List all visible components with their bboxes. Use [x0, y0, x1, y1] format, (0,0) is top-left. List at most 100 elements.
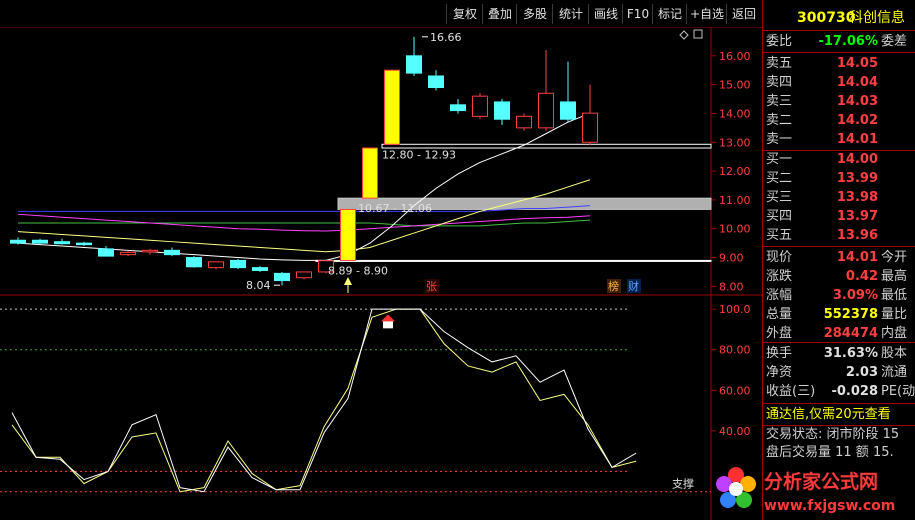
candle-body [450, 104, 466, 112]
ask-row: 卖五 14.05 [763, 54, 915, 74]
price-tick-label: 12.00 [719, 165, 751, 178]
candle-body [252, 267, 268, 272]
toolbar-button-0[interactable]: 复权 [446, 4, 483, 24]
price-tick-label: 13.00 [719, 136, 751, 149]
stock-header: 300730 科创信息 [763, 8, 915, 30]
toolbar-button-7[interactable]: +自选 [686, 4, 727, 24]
weicha-label: 委差 [881, 34, 908, 49]
candle-body [538, 92, 554, 129]
chart-toolbar: 复权 叠加 多股 统计 画线 F10 标记 +自选 返回 [0, 0, 762, 27]
price-tick-label: 14.00 [719, 107, 751, 120]
quote-row: 总量 552378 量比 [763, 305, 915, 325]
quote-value: 3.09% [832, 288, 878, 303]
ask-label: 卖一 [766, 132, 793, 147]
quote-extra: 最低 [881, 288, 908, 303]
osc-tick-label: 60.00 [719, 384, 751, 397]
price-tick-label: 16.00 [719, 50, 751, 63]
ask-value: 14.03 [836, 94, 878, 109]
candle-body [582, 112, 598, 143]
stock-name: 科创信息 [849, 10, 905, 26]
bid-label: 买二 [766, 171, 793, 186]
price-tick-label: 9.00 [719, 252, 744, 265]
stat-row: 净资 2.03 流通 [763, 363, 915, 383]
toolbar-button-6[interactable]: 标记 [652, 4, 687, 24]
bid-value: 13.97 [836, 209, 878, 224]
breakout-arrow-icon [344, 277, 352, 285]
candle-body [142, 249, 158, 253]
toolbar-button-1[interactable]: 叠加 [482, 4, 517, 24]
gap-zone [315, 259, 712, 262]
promo-message[interactable]: 通达信,仅需20元查看 [763, 405, 915, 425]
weibi-value: -17.06% [818, 34, 878, 49]
stat-extra: 流通 [881, 365, 908, 380]
bid-label: 买一 [766, 152, 793, 167]
price-tick-label: 11.00 [719, 194, 751, 207]
quote-extra: 今开 [881, 250, 908, 265]
ask-label: 卖四 [766, 75, 793, 90]
quote-label: 涨幅 [766, 288, 793, 303]
diamond-icon [679, 30, 689, 40]
bid-value: 13.98 [836, 190, 878, 205]
ask-value: 14.01 [836, 132, 878, 147]
watermark-brand: 分析家公式网 [764, 470, 878, 493]
quote-row: 涨跌 0.42 最高 [763, 267, 915, 287]
candle-body [274, 272, 290, 282]
bid-row: 买四 13.97 [763, 207, 915, 227]
bid-label: 买四 [766, 209, 793, 224]
chart-area[interactable]: 16.00 15.00 14.00 13.00 12.00 11.00 10.00 9.00 8… [0, 27, 762, 520]
osc-line-white [11, 308, 637, 493]
bid-value: 13.99 [836, 171, 878, 186]
ask-row: 卖一 14.01 [763, 130, 915, 150]
candle-body [32, 239, 48, 244]
quote-panel: 300730 科创信息 委比 -17.06% 委差 卖五 14.05 卖四 14.04… [762, 0, 915, 520]
stat-label: 净资 [766, 365, 793, 380]
toolbar-button-5[interactable]: F10 [622, 4, 653, 24]
annotation-low: 8.04 [246, 279, 271, 292]
ma-line-green [18, 219, 591, 227]
quote-value: 0.42 [845, 269, 878, 284]
candle-body [296, 271, 312, 279]
quote-row: 外盘 284474 内盘 [763, 324, 915, 344]
bid-value: 13.96 [836, 228, 878, 243]
bid-row: 买五 13.96 [763, 226, 915, 246]
quote-label: 涨跌 [766, 269, 793, 284]
quote-row: 现价 14.01 今开 [763, 248, 915, 268]
stat-row: 换手 31.63% 股本 [763, 344, 915, 364]
flower-icon [716, 467, 756, 508]
toolbar-button-8[interactable]: 返回 [726, 4, 761, 24]
candle-body [516, 115, 532, 129]
house-icon [381, 314, 395, 322]
ask-label: 卖五 [766, 56, 793, 71]
toolbar-button-2[interactable]: 多股 [516, 4, 553, 24]
candle-body [340, 208, 356, 261]
watermark-url: www.fxjgsw.com [764, 498, 895, 514]
bid-row: 买一 14.00 [763, 150, 915, 170]
candle-body [120, 251, 136, 256]
ask-value: 14.02 [836, 113, 878, 128]
osc-support-label: 支撑 [672, 477, 694, 491]
quote-label: 总量 [766, 307, 793, 322]
stat-label: 换手 [766, 346, 793, 361]
osc-line-yellow [11, 308, 637, 493]
house-icon-base [383, 321, 393, 329]
stat-value: 31.63% [823, 346, 878, 361]
quote-value: 284474 [823, 326, 878, 341]
bid-label: 买五 [766, 228, 793, 243]
bid-label: 买三 [766, 190, 793, 205]
quote-extra: 内盘 [881, 326, 908, 341]
stat-row: 收益(三) -0.028 PE(动 [763, 382, 915, 402]
candle-body [164, 249, 180, 256]
weibi-label: 委比 [766, 34, 793, 49]
candle-body [208, 261, 224, 269]
candle-body [76, 242, 92, 246]
bid-row: 买二 13.99 [763, 169, 915, 189]
toolbar-button-3[interactable]: 统计 [552, 4, 589, 24]
candle-body [428, 75, 444, 89]
ask-value: 14.04 [836, 75, 878, 90]
ask-row: 卖四 14.04 [763, 73, 915, 93]
toolbar-button-4[interactable]: 画线 [588, 4, 623, 24]
bid-row: 买三 13.98 [763, 188, 915, 208]
quote-value: 552378 [823, 307, 878, 322]
osc-tick-label: 100.0 [719, 303, 751, 316]
square-icon [693, 29, 703, 39]
